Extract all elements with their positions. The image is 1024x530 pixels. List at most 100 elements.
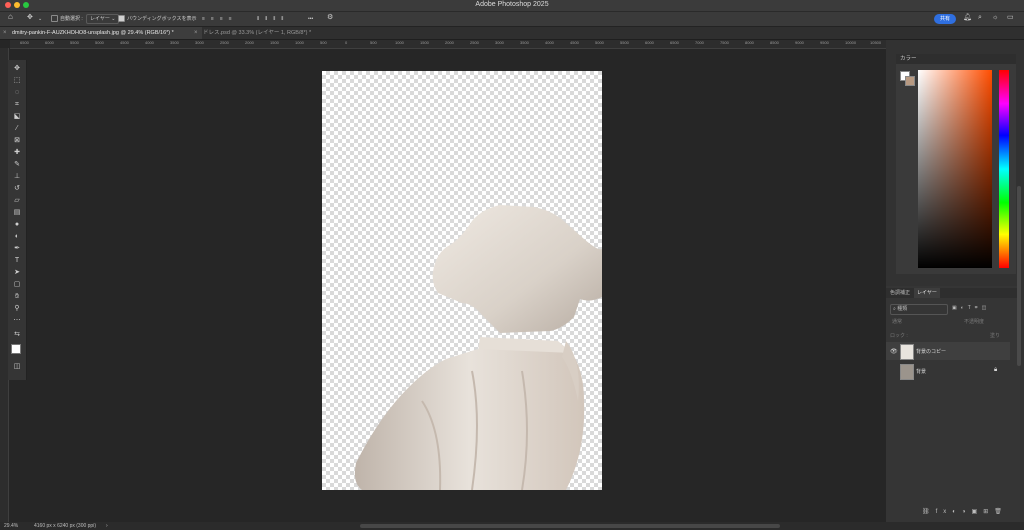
dodge-tool-icon[interactable]: ◐: [12, 232, 22, 242]
ruler-tick-label: 6000: [645, 40, 654, 45]
auto-select-checkbox[interactable]: 自動選択 :: [51, 15, 83, 23]
ruler-tick-label: 7000: [695, 40, 704, 45]
hue-slider[interactable]: [999, 70, 1009, 268]
tab-document-1[interactable]: × dmitry-pankin-F-AUZKHOHO8-unsplash.jpg…: [0, 27, 202, 39]
ruler-tick-label: 2000: [445, 40, 454, 45]
document-tabs: × dmitry-pankin-F-AUZKHOHO8-unsplash.jpg…: [0, 27, 1024, 40]
fill-label: 塗り: [990, 333, 1001, 339]
ruler-tick-label: 9000: [795, 40, 804, 45]
quick-mask-icon[interactable]: ◫: [12, 362, 22, 372]
distribute-buttons[interactable]: ⫴⫴⫴⫴: [257, 15, 289, 23]
blend-mode-select[interactable]: 通常: [892, 318, 902, 327]
lightbulb-icon[interactable]: ☼: [992, 14, 998, 22]
ruler-tick-label: 6500: [20, 40, 29, 45]
home-icon[interactable]: ⌂: [8, 13, 13, 21]
ruler-tick-label: 4500: [570, 40, 579, 45]
color-panel-header: カラー: [896, 54, 1016, 64]
horizontal-scrollbar[interactable]: [360, 524, 780, 528]
shape-tool-icon[interactable]: ▢: [12, 280, 22, 290]
ruler-tick-label: 10000: [845, 40, 857, 45]
zoom-tool-icon[interactable]: ⚲: [12, 304, 22, 314]
ruler-tick-label: 5000: [595, 40, 604, 45]
layer-filter-select[interactable]: ⌕ 種類: [890, 304, 948, 315]
eraser-tool-icon[interactable]: ▱: [12, 196, 22, 206]
foreground-color-swatch[interactable]: [11, 344, 21, 354]
layers-panel-tabs: 色調補正 レイヤー: [886, 288, 1020, 298]
tab-document-2[interactable]: × ドレス.psd @ 33.3% (レイヤー 1, RGB/8*) *: [191, 27, 343, 39]
document-canvas[interactable]: [322, 71, 602, 490]
tool-preset-chevron-icon[interactable]: ⌄: [38, 15, 42, 23]
more-options-button[interactable]: •••: [308, 15, 313, 23]
auto-select-label: 自動選択 :: [60, 16, 83, 22]
layer-filter-value: 種類: [897, 306, 908, 312]
search-icon[interactable]: ⌕: [978, 14, 982, 22]
marquee-tool-icon[interactable]: ⬚: [12, 76, 22, 86]
gradient-tool-icon[interactable]: ▤: [12, 208, 22, 218]
show-bbox-checkbox[interactable]: バウンディングボックスを表示: [118, 15, 197, 23]
brush-tool-icon[interactable]: ✎: [12, 160, 22, 170]
tab-label: dmitry-pankin-F-AUZKHOHO8-unsplash.jpg @…: [12, 30, 174, 36]
more-tools-icon[interactable]: ⋯: [12, 316, 22, 326]
dress-image: [354, 205, 602, 490]
status-chevron-icon[interactable]: ›: [106, 523, 108, 529]
ruler-tick-label: 8000: [745, 40, 754, 45]
document-info[interactable]: 4160 px x 6240 px (300 ppi): [34, 523, 96, 529]
hand-tool-icon[interactable]: ✋︎: [12, 292, 22, 302]
layer-name: 背景のコピー: [916, 349, 947, 355]
align-buttons[interactable]: ≡≡≡≡: [202, 15, 238, 23]
clone-stamp-tool-icon[interactable]: ⊥: [12, 172, 22, 182]
ruler-tick-label: 0: [345, 40, 348, 45]
gear-icon[interactable]: ⚙: [327, 14, 333, 22]
tab-layers[interactable]: レイヤー: [914, 288, 940, 298]
blend-row: 通常 不透明度: [886, 318, 1020, 327]
tab-adjustments[interactable]: 色調補正: [890, 288, 910, 298]
ruler-tick-label: 8500: [770, 40, 779, 45]
path-selection-tool-icon[interactable]: ➤: [12, 268, 22, 278]
close-tab-icon[interactable]: ×: [194, 27, 198, 39]
zoom-level[interactable]: 29.4%: [4, 523, 18, 529]
move-tool-icon[interactable]: ✥: [12, 64, 22, 74]
move-tool-icon[interactable]: ✥: [27, 14, 33, 22]
close-tab-icon[interactable]: ×: [3, 27, 7, 39]
eyedropper-tool-icon[interactable]: ⁄: [12, 124, 22, 134]
layer-thumbnail: [900, 344, 914, 360]
blur-tool-icon[interactable]: ●: [12, 220, 22, 230]
ruler-tick-label: 1500: [270, 40, 279, 45]
object-selection-tool-icon[interactable]: ⬕: [12, 112, 22, 122]
layer-row[interactable]: 👁︎ 背景のコピー: [886, 342, 1010, 360]
filter-type-icons[interactable]: ▣◐T⌗◫: [952, 304, 990, 313]
eye-icon[interactable]: 👁︎: [890, 348, 898, 355]
lock-label: ロック :: [890, 333, 908, 339]
ruler-tick-label: 5500: [70, 40, 79, 45]
lasso-tool-icon[interactable]: ◌: [12, 88, 22, 98]
panel-background-swatch[interactable]: [905, 76, 915, 86]
pen-tool-icon[interactable]: ✒: [12, 244, 22, 254]
swap-colors-icon[interactable]: ⇆: [12, 330, 22, 340]
ruler-tick-label: 2500: [220, 40, 229, 45]
spot-healing-tool-icon[interactable]: ✚: [12, 148, 22, 158]
layer-row[interactable]: 背景 🔒︎: [886, 362, 1010, 380]
share-button[interactable]: 共有: [934, 14, 956, 24]
bell-icon[interactable]: 🔔︎: [963, 14, 972, 22]
workspace-icon[interactable]: ▭: [1007, 14, 1014, 22]
color-picker-field[interactable]: [918, 70, 992, 268]
opacity-label: 不透明度: [964, 319, 985, 325]
vertical-scrollbar[interactable]: [1017, 186, 1021, 366]
target-select-value: レイヤー: [90, 16, 110, 22]
target-select[interactable]: レイヤー ⌄: [86, 14, 120, 24]
horizontal-ruler: 6500 6000 5500 5000 4500 4000 3500 3000 2500 2000…: [10, 40, 886, 49]
ruler-tick-label: 7500: [720, 40, 729, 45]
history-brush-tool-icon[interactable]: ↺: [12, 184, 22, 194]
ruler-tick-label: 500: [370, 40, 377, 45]
ruler-tick-label: 10500: [870, 40, 882, 45]
layer-name: 背景: [916, 369, 927, 375]
layer-actions-bar[interactable]: ⛓fx◐◑▣⊞🗑︎: [886, 506, 1020, 518]
frame-tool-icon[interactable]: ⊠: [12, 136, 22, 146]
ruler-tick-label: 2500: [470, 40, 479, 45]
ruler-tick-label: 3500: [170, 40, 179, 45]
ruler-tick-label: 1000: [395, 40, 404, 45]
ruler-tick-label: 6000: [45, 40, 54, 45]
crop-tool-icon[interactable]: ⌗: [12, 100, 22, 110]
type-tool-icon[interactable]: T: [12, 256, 22, 266]
color-panel-title: カラー: [900, 56, 917, 62]
